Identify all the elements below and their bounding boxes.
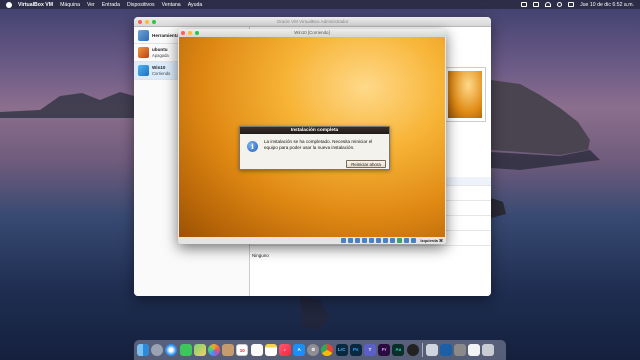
keyboard-icon[interactable] [411,238,417,243]
menu-app-name[interactable]: VirtualBox VM [18,2,53,8]
ubuntu-os-icon [138,47,149,58]
menu-item-ver[interactable]: Ver [87,2,95,8]
search-icon[interactable] [557,2,563,7]
dock-separator [421,343,423,357]
minimize-button[interactable] [188,31,192,35]
teams-icon[interactable]: T [364,344,376,356]
dialog-message: La instalación se ha completado. Necesit… [264,139,373,150]
zoom-button[interactable] [152,20,156,24]
tools-icon [138,29,149,41]
cpu-icon[interactable] [397,238,403,243]
optical-drive-icon[interactable] [348,238,354,243]
host-key-label: Izquierda ⌘ [420,238,443,243]
settings-icon[interactable]: ⚙ [307,344,320,356]
manager-title-bar[interactable]: Oracle VM VirtualBox Administrador [134,17,491,27]
menu-item-ventana[interactable]: Ventana [162,2,181,8]
obs-icon[interactable] [406,344,419,356]
preview-icon[interactable] [425,344,438,356]
vm-state: Apagada [152,52,169,58]
vmware-icon[interactable] [453,344,466,356]
menu-bar: VirtualBox VM Máquina Ver Entrada Dispos… [0,0,640,9]
details-value: Ninguno [252,253,269,258]
dialog-title: Instalación completa [240,127,389,134]
audition-icon[interactable]: Au [392,344,405,356]
vm-title: Win10 [Corriendo] [294,30,330,35]
notes-icon[interactable] [264,344,277,356]
file-icon[interactable] [468,344,481,356]
close-button[interactable] [181,31,185,35]
audio-icon[interactable] [355,238,361,243]
photos-icon[interactable] [207,344,220,356]
minimize-button[interactable] [145,20,149,24]
vm-title-bar[interactable]: Win10 [Corriendo] [178,29,446,37]
menu-item-ayuda[interactable]: Ayuda [188,2,203,8]
battery-icon[interactable] [533,2,540,7]
network-icon[interactable] [362,238,368,243]
maps-icon[interactable] [193,344,206,356]
display-icon[interactable] [383,238,389,243]
vm-window: Win10 [Corriendo] Instalación completa i… [178,29,446,244]
menu-item-entrada[interactable]: Entrada [102,2,120,8]
menu-item-maquina[interactable]: Máquina [60,2,80,8]
safari-icon[interactable] [165,344,178,356]
music-icon[interactable]: ♪ [278,344,291,356]
finder-icon[interactable] [137,344,149,356]
usb-icon[interactable] [369,238,375,243]
calendar-icon[interactable]: 10 [236,344,249,356]
lightroom-icon[interactable]: LrC [335,344,348,356]
reminders-icon[interactable] [250,344,263,356]
dock: 10 ♪ A ⚙ LrC Ps T Pr Au [134,340,506,360]
manager-title: Oracle VM VirtualBox Administrador [276,19,349,24]
shared-folder-icon[interactable] [376,238,382,243]
display-icon[interactable] [521,2,528,7]
mouse-integration-icon[interactable] [404,238,410,243]
control-center-icon[interactable] [568,2,575,7]
menu-clock[interactable]: Jue 10 de dic 6:52 a.m. [580,2,634,8]
messages-icon[interactable] [179,344,192,356]
chrome-icon[interactable] [321,344,334,356]
premiere-icon[interactable]: Pr [378,344,391,356]
hard-disk-icon[interactable] [341,238,347,243]
contacts-icon[interactable] [222,344,235,356]
info-icon: i [247,141,258,152]
tools-label: Herramientas [152,32,182,38]
vm-state: Corriendo [152,70,171,76]
trash-icon[interactable] [482,344,495,356]
appstore-icon[interactable]: A [293,344,306,356]
close-button[interactable] [138,20,142,24]
launchpad-icon[interactable] [151,344,164,356]
virtualbox-icon[interactable] [439,344,452,356]
zoom-button[interactable] [195,31,199,35]
wifi-icon[interactable] [545,2,552,7]
vm-status-bar: Izquierda ⌘ [178,237,446,244]
apple-menu-icon[interactable] [6,1,12,8]
photoshop-icon[interactable]: Ps [349,344,362,356]
restart-now-button[interactable]: Reiniciar ahora [346,160,386,168]
preview-thumbnail [444,67,486,122]
recording-icon[interactable] [390,238,396,243]
windows-os-icon [138,65,149,76]
vm-display[interactable]: Instalación completa i La instalación se… [179,37,445,237]
menu-item-dispositivos[interactable]: Dispositivos [127,2,155,8]
install-complete-dialog: Instalación completa i La instalación se… [239,126,390,170]
